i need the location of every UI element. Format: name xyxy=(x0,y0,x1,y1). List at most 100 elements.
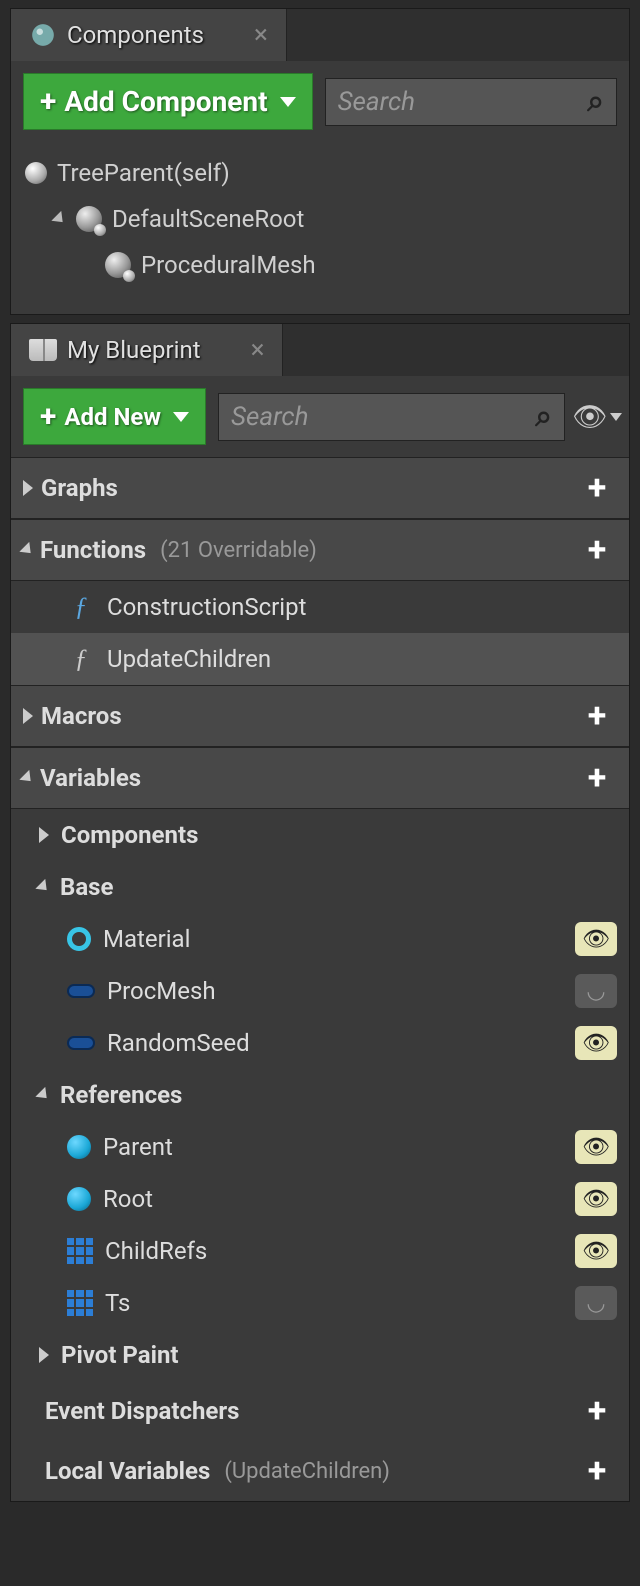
eye-icon: 👁 xyxy=(572,400,608,433)
add-macro-button[interactable]: + xyxy=(577,696,617,736)
components-tab-icon xyxy=(29,21,57,49)
var-type-icon xyxy=(67,927,91,951)
section-label: Event Dispatchers xyxy=(45,1397,239,1425)
close-icon[interactable]: × xyxy=(254,20,268,50)
var-type-icon xyxy=(67,1238,93,1264)
add-local-variable-button[interactable]: + xyxy=(577,1451,617,1491)
variable-root[interactable]: Root 👁 xyxy=(11,1173,629,1225)
variable-name: ChildRefs xyxy=(105,1237,207,1265)
scene-component-icon xyxy=(105,252,131,278)
component-label: ProceduralMesh xyxy=(141,251,316,279)
close-icon[interactable]: × xyxy=(251,335,265,365)
variable-parent[interactable]: Parent 👁 xyxy=(11,1121,629,1173)
collapse-icon xyxy=(19,770,35,786)
components-tab-bar: Components × xyxy=(11,9,629,61)
visibility-toggle[interactable]: ◡ xyxy=(575,1286,617,1320)
search-icon: ⌕ xyxy=(587,84,604,119)
section-macros[interactable]: Macros + xyxy=(11,685,629,747)
section-event-dispatchers[interactable]: Event Dispatchers + xyxy=(11,1381,629,1441)
section-label: Local Variables xyxy=(45,1457,210,1485)
components-panel: Components × + Add Component Search ⌕ Tr… xyxy=(10,8,630,315)
variable-name: Parent xyxy=(103,1133,173,1161)
visibility-toggle[interactable]: 👁 xyxy=(575,1182,617,1216)
chevron-down-icon xyxy=(280,97,296,107)
section-note: (UpdateChildren) xyxy=(224,1459,390,1484)
collapse-icon xyxy=(35,1087,51,1103)
function-name: UpdateChildren xyxy=(107,645,271,673)
expander-icon[interactable] xyxy=(51,211,67,227)
variable-name: Ts xyxy=(105,1289,130,1317)
expand-icon xyxy=(39,827,49,843)
my-blueprint-panel: My Blueprint × + Add New Search ⌕ 👁 Grap… xyxy=(10,323,630,1502)
chevron-down-icon xyxy=(173,412,189,422)
group-label: References xyxy=(60,1081,182,1109)
component-row-scene-root[interactable]: DefaultSceneRoot xyxy=(25,196,615,242)
section-variables[interactable]: Variables + xyxy=(11,747,629,809)
section-label: Macros xyxy=(41,702,122,730)
actor-icon xyxy=(25,162,47,184)
view-options-button[interactable]: 👁 xyxy=(577,397,617,437)
plus-icon: + xyxy=(40,399,56,434)
var-type-icon xyxy=(67,1135,91,1159)
collapse-icon xyxy=(19,542,35,558)
section-note: (21 Overridable) xyxy=(160,538,317,563)
visibility-toggle[interactable]: ◡ xyxy=(575,974,617,1008)
expand-icon xyxy=(39,1347,49,1363)
blueprint-search-input[interactable]: Search ⌕ xyxy=(218,393,565,441)
variable-name: ProcMesh xyxy=(107,977,216,1005)
variable-name: RandomSeed xyxy=(107,1029,250,1057)
var-type-icon xyxy=(67,1290,93,1316)
components-toolbar: + Add Component Search ⌕ xyxy=(11,61,629,142)
blueprint-tab[interactable]: My Blueprint × xyxy=(11,324,283,376)
variable-procmesh[interactable]: ProcMesh ◡ xyxy=(11,965,629,1017)
variable-material[interactable]: Material 👁 xyxy=(11,913,629,965)
visibility-toggle[interactable]: 👁 xyxy=(575,922,617,956)
blueprint-toolbar: + Add New Search ⌕ 👁 xyxy=(11,376,629,457)
component-label: TreeParent(self) xyxy=(57,159,230,187)
expand-icon xyxy=(23,480,33,496)
variable-childrefs[interactable]: ChildRefs 👁 xyxy=(11,1225,629,1277)
var-group-components[interactable]: Components xyxy=(11,809,629,861)
group-label: Components xyxy=(61,821,198,849)
visibility-toggle[interactable]: 👁 xyxy=(575,1234,617,1268)
blueprint-tab-bar: My Blueprint × xyxy=(11,324,629,376)
component-row-procmesh[interactable]: ProceduralMesh xyxy=(25,242,615,288)
var-group-base[interactable]: Base xyxy=(11,861,629,913)
variable-ts[interactable]: Ts ◡ xyxy=(11,1277,629,1329)
components-tab[interactable]: Components × xyxy=(11,9,287,61)
blueprint-tab-title: My Blueprint xyxy=(67,336,201,364)
add-function-button[interactable]: + xyxy=(577,530,617,570)
visibility-toggle[interactable]: 👁 xyxy=(575,1026,617,1060)
add-new-button[interactable]: + Add New xyxy=(23,388,206,445)
function-icon: ƒ xyxy=(67,644,95,674)
visibility-toggle[interactable]: 👁 xyxy=(575,1130,617,1164)
add-event-dispatcher-button[interactable]: + xyxy=(577,1391,617,1431)
component-row-self[interactable]: TreeParent(self) xyxy=(25,150,615,196)
chevron-down-icon xyxy=(610,413,622,421)
section-graphs[interactable]: Graphs + xyxy=(11,457,629,519)
add-variable-button[interactable]: + xyxy=(577,758,617,798)
var-type-icon xyxy=(67,1036,95,1050)
add-graph-button[interactable]: + xyxy=(577,468,617,508)
function-item-construction[interactable]: ƒ ConstructionScript xyxy=(11,581,629,633)
components-search-input[interactable]: Search ⌕ xyxy=(325,78,617,126)
components-tree: TreeParent(self) DefaultSceneRoot Proced… xyxy=(11,142,629,314)
add-new-label: Add New xyxy=(64,403,161,431)
scene-component-icon xyxy=(76,206,102,232)
function-item-updatechildren[interactable]: ƒ UpdateChildren xyxy=(11,633,629,685)
section-local-variables[interactable]: Local Variables (UpdateChildren) + xyxy=(11,1441,629,1501)
search-icon: ⌕ xyxy=(535,399,552,434)
section-functions[interactable]: Functions (21 Overridable) + xyxy=(11,519,629,581)
var-type-icon xyxy=(67,1187,91,1211)
section-label: Functions xyxy=(40,536,146,564)
variable-randomseed[interactable]: RandomSeed 👁 xyxy=(11,1017,629,1069)
add-component-label: Add Component xyxy=(64,85,267,118)
collapse-icon xyxy=(35,879,51,895)
section-label: Variables xyxy=(40,764,141,792)
blueprint-sections: Graphs + Functions (21 Overridable) + ƒ … xyxy=(11,457,629,1501)
group-label: Base xyxy=(60,873,113,901)
add-component-button[interactable]: + Add Component xyxy=(23,73,313,130)
section-label: Graphs xyxy=(41,474,118,502)
var-group-references[interactable]: References xyxy=(11,1069,629,1121)
var-group-pivot-paint[interactable]: Pivot Paint xyxy=(11,1329,629,1381)
